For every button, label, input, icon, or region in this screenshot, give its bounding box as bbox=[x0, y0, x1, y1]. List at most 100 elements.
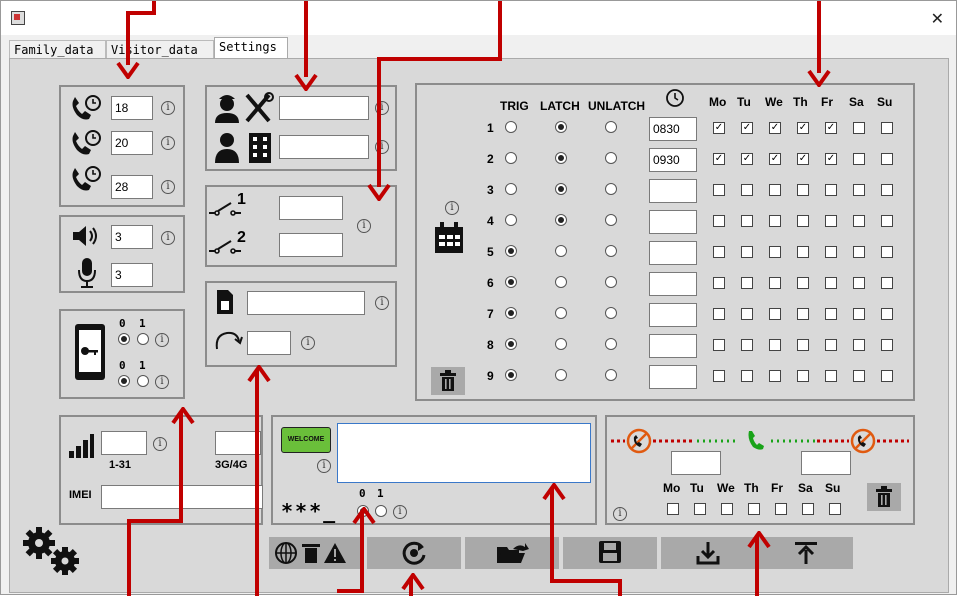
trig-radio[interactable] bbox=[505, 152, 517, 164]
info-icon[interactable]: i bbox=[161, 180, 175, 194]
unlatch-radio[interactable] bbox=[605, 338, 617, 350]
info-icon[interactable]: i bbox=[613, 507, 627, 521]
schedule-day-checkbox[interactable]: ✓ bbox=[713, 153, 725, 165]
unlatch-radio[interactable] bbox=[605, 121, 617, 133]
info-icon[interactable]: i bbox=[155, 375, 169, 389]
info-icon[interactable]: i bbox=[375, 296, 389, 310]
schedule-time-input[interactable] bbox=[649, 272, 697, 296]
schedule-day-checkbox[interactable] bbox=[769, 246, 781, 258]
dnd-end-input[interactable] bbox=[801, 451, 851, 475]
app-option-1-radio-1[interactable] bbox=[137, 333, 149, 345]
schedule-day-checkbox[interactable] bbox=[825, 339, 837, 351]
schedule-time-input[interactable] bbox=[649, 179, 697, 203]
app-option-1-radio-0[interactable] bbox=[118, 333, 130, 345]
speaker-volume-input[interactable]: 3 bbox=[111, 225, 153, 249]
schedule-day-checkbox[interactable] bbox=[741, 246, 753, 258]
latch-radio[interactable] bbox=[555, 245, 567, 257]
schedule-day-checkbox[interactable] bbox=[741, 277, 753, 289]
schedule-day-checkbox[interactable] bbox=[769, 370, 781, 382]
clear-schedule-button[interactable] bbox=[431, 367, 465, 395]
schedule-time-input[interactable] bbox=[649, 303, 697, 327]
schedule-day-checkbox[interactable] bbox=[881, 370, 893, 382]
schedule-day-checkbox[interactable] bbox=[825, 246, 837, 258]
schedule-day-checkbox[interactable]: ✓ bbox=[713, 122, 725, 134]
schedule-time-input[interactable] bbox=[649, 365, 697, 389]
schedule-day-checkbox[interactable]: ✓ bbox=[741, 122, 753, 134]
download-button[interactable] bbox=[661, 537, 755, 569]
schedule-day-checkbox[interactable]: ✓ bbox=[797, 122, 809, 134]
schedule-day-checkbox[interactable] bbox=[713, 277, 725, 289]
info-icon[interactable]: i bbox=[301, 336, 315, 350]
unlatch-radio[interactable] bbox=[605, 245, 617, 257]
clear-dnd-button[interactable] bbox=[867, 483, 901, 511]
schedule-day-checkbox[interactable] bbox=[853, 339, 865, 351]
info-icon[interactable]: i bbox=[161, 231, 175, 245]
schedule-day-checkbox[interactable] bbox=[713, 308, 725, 320]
user-code-input[interactable] bbox=[279, 135, 369, 159]
unlatch-radio[interactable] bbox=[605, 183, 617, 195]
schedule-day-checkbox[interactable] bbox=[797, 339, 809, 351]
close-button[interactable]: ✕ bbox=[931, 9, 944, 29]
schedule-day-checkbox[interactable] bbox=[881, 184, 893, 196]
schedule-day-checkbox[interactable] bbox=[825, 184, 837, 196]
info-icon[interactable]: i bbox=[153, 437, 167, 451]
schedule-time-input[interactable]: 0930 bbox=[649, 148, 697, 172]
dnd-day-checkbox[interactable] bbox=[775, 503, 787, 515]
trig-radio[interactable] bbox=[505, 307, 517, 319]
dnd-day-checkbox[interactable] bbox=[829, 503, 841, 515]
call-timer-1-input[interactable]: 18 bbox=[111, 96, 153, 120]
trig-radio[interactable] bbox=[505, 338, 517, 350]
schedule-day-checkbox[interactable] bbox=[797, 370, 809, 382]
refresh-button[interactable] bbox=[367, 537, 461, 569]
mic-volume-input[interactable]: 3 bbox=[111, 263, 153, 287]
dnd-day-checkbox[interactable] bbox=[748, 503, 760, 515]
schedule-day-checkbox[interactable] bbox=[853, 215, 865, 227]
schedule-day-checkbox[interactable] bbox=[825, 215, 837, 227]
open-file-button[interactable] bbox=[465, 537, 559, 569]
trig-radio[interactable] bbox=[505, 245, 517, 257]
schedule-day-checkbox[interactable]: ✓ bbox=[769, 122, 781, 134]
schedule-day-checkbox[interactable] bbox=[853, 153, 865, 165]
schedule-day-checkbox[interactable] bbox=[853, 246, 865, 258]
schedule-day-checkbox[interactable] bbox=[881, 153, 893, 165]
signal-threshold-input[interactable] bbox=[101, 431, 147, 455]
info-icon[interactable]: i bbox=[161, 136, 175, 150]
trig-radio[interactable] bbox=[505, 214, 517, 226]
schedule-day-checkbox[interactable] bbox=[881, 308, 893, 320]
schedule-day-checkbox[interactable] bbox=[853, 277, 865, 289]
trig-radio[interactable] bbox=[505, 121, 517, 133]
latch-radio[interactable] bbox=[555, 369, 567, 381]
schedule-day-checkbox[interactable] bbox=[769, 308, 781, 320]
unlatch-radio[interactable] bbox=[605, 307, 617, 319]
dnd-day-checkbox[interactable] bbox=[694, 503, 706, 515]
schedule-day-checkbox[interactable] bbox=[769, 215, 781, 227]
trig-radio[interactable] bbox=[505, 183, 517, 195]
dnd-day-checkbox[interactable] bbox=[721, 503, 733, 515]
latch-radio[interactable] bbox=[555, 152, 567, 164]
schedule-day-checkbox[interactable] bbox=[881, 339, 893, 351]
schedule-day-checkbox[interactable] bbox=[881, 277, 893, 289]
call-timer-2-input[interactable]: 20 bbox=[111, 131, 153, 155]
tab-settings[interactable]: Settings bbox=[214, 37, 288, 59]
schedule-day-checkbox[interactable] bbox=[881, 246, 893, 258]
tab-family-data[interactable]: Family_data bbox=[9, 40, 106, 59]
schedule-time-input[interactable] bbox=[649, 334, 697, 358]
schedule-day-checkbox[interactable] bbox=[713, 370, 725, 382]
info-icon[interactable]: i bbox=[393, 505, 407, 519]
tab-visitor-data[interactable]: Visitor_data bbox=[106, 40, 214, 59]
schedule-day-checkbox[interactable] bbox=[797, 246, 809, 258]
unlatch-radio[interactable] bbox=[605, 152, 617, 164]
relay-2-input[interactable] bbox=[279, 233, 343, 257]
schedule-time-input[interactable] bbox=[649, 210, 697, 234]
latch-radio[interactable] bbox=[555, 307, 567, 319]
call-timer-3-input[interactable]: 28 bbox=[111, 175, 153, 199]
schedule-time-input[interactable] bbox=[649, 241, 697, 265]
info-icon[interactable]: i bbox=[161, 101, 175, 115]
latch-radio[interactable] bbox=[555, 183, 567, 195]
schedule-day-checkbox[interactable] bbox=[881, 215, 893, 227]
dnd-day-checkbox[interactable] bbox=[802, 503, 814, 515]
latch-radio[interactable] bbox=[555, 338, 567, 350]
schedule-day-checkbox[interactable] bbox=[797, 215, 809, 227]
latch-radio[interactable] bbox=[555, 214, 567, 226]
schedule-day-checkbox[interactable]: ✓ bbox=[825, 153, 837, 165]
